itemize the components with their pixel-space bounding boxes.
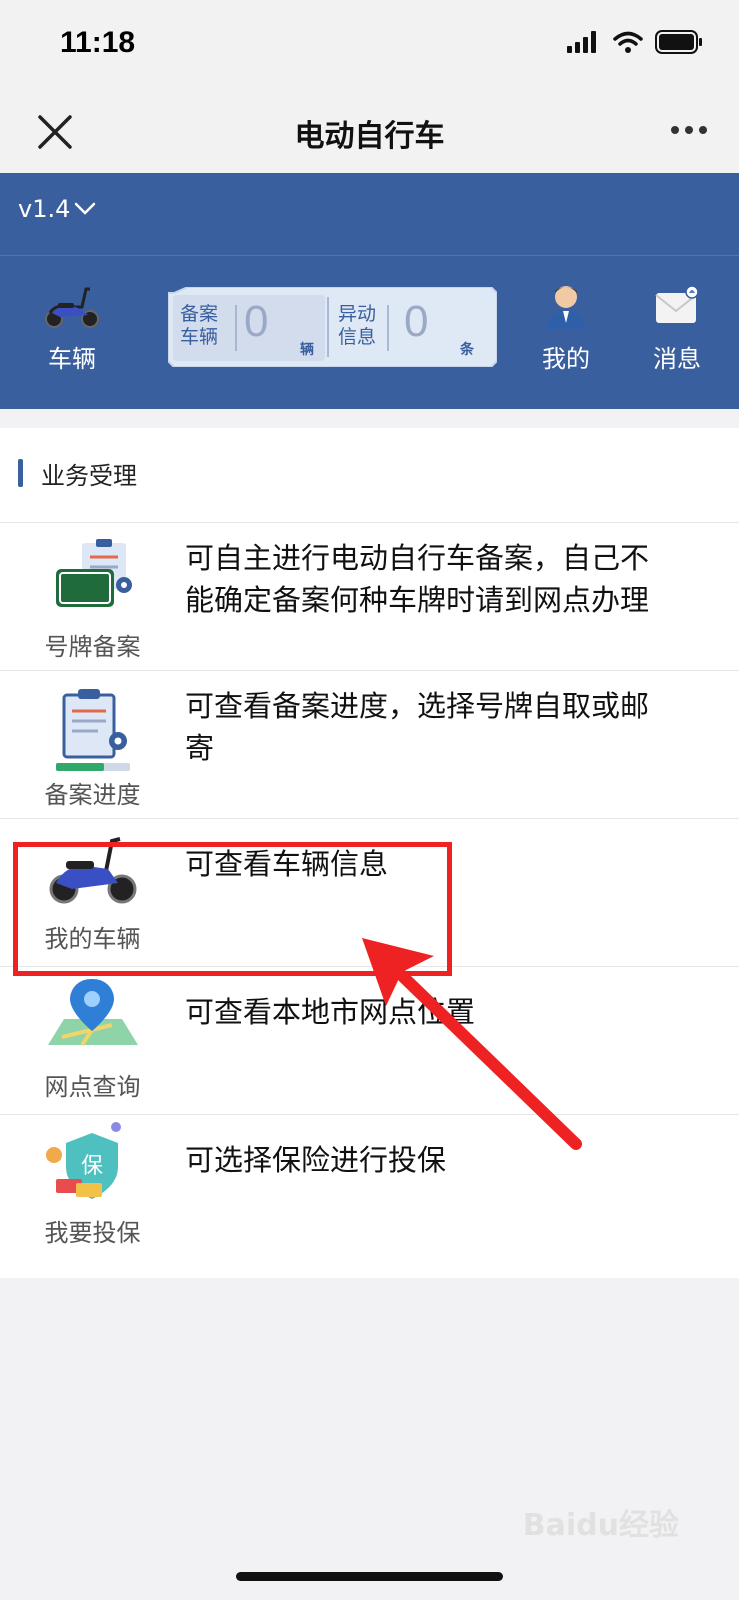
tool-messages-label: 消息: [653, 345, 701, 373]
divider: [0, 255, 739, 256]
annotation-arrow-icon: [362, 938, 582, 1150]
more-icon[interactable]: [669, 115, 709, 145]
version-selector[interactable]: v1.4: [18, 195, 96, 223]
section-header: 业务受理: [18, 456, 137, 490]
svg-text:保: 保: [81, 1154, 103, 1179]
home-indicator[interactable]: [236, 1572, 503, 1581]
tool-messages[interactable]: 消息: [652, 283, 702, 374]
tool-mine[interactable]: 我的: [542, 283, 590, 374]
license-plate-icon: [56, 539, 132, 607]
clipboard-progress-icon: [56, 689, 130, 771]
tool-vehicle[interactable]: 车辆: [42, 283, 102, 374]
service-description: 可自主进行电动自行车备案，自己不能确定备案何种车牌时请到网点办理: [185, 541, 650, 617]
anomaly-unit: 条: [460, 342, 474, 358]
stats-panel[interactable]: 备案车辆 0 辆 异动信息 0 条: [168, 287, 497, 367]
service-row-license[interactable]: 号牌备案 可自主进行电动自行车备案，自己不能确定备案何种车牌时请到网点办理: [0, 522, 739, 671]
service-label: 我要投保: [44, 1219, 141, 1247]
tool-vehicle-label: 车辆: [48, 345, 96, 373]
watermark: Baidu经验: [522, 1508, 679, 1543]
anomaly-label: 异动信息: [338, 303, 377, 348]
wifi-icon: [613, 31, 643, 53]
section-title: 业务受理: [41, 461, 137, 490]
status-bar: 11:18: [0, 0, 739, 95]
service-label: 备案进度: [44, 781, 141, 809]
mail-icon: [655, 285, 699, 323]
anomaly-count: 0: [404, 297, 429, 346]
map-pin-icon: [48, 979, 138, 1047]
registered-count: 0: [244, 297, 269, 346]
signal-icon: [567, 31, 596, 53]
section-accent-bar: [18, 459, 23, 487]
header-banner: v1.4 车辆 备案车辆 0 辆 异动信息 0 条 我的 消息: [0, 173, 739, 409]
service-row-progress[interactable]: 备案进度 可查看备案进度，选择号牌自取或邮寄: [0, 670, 739, 819]
scooter-icon: [45, 287, 99, 328]
status-icons: [567, 30, 703, 54]
registered-label: 备案车辆: [180, 303, 219, 348]
service-label: 号牌备案: [44, 633, 141, 661]
nav-bar: 电动自行车: [0, 95, 739, 173]
insurance-shield-icon: 保: [46, 1122, 121, 1199]
status-time: 11:18: [60, 26, 136, 59]
chevron-down-icon: [75, 202, 96, 215]
user-avatar-icon: [547, 286, 585, 329]
tool-mine-label: 我的: [542, 345, 590, 373]
registered-unit: 辆: [300, 342, 314, 358]
version-label: v1.4: [18, 195, 71, 223]
battery-icon: [655, 30, 702, 54]
service-label: 网点查询: [44, 1073, 141, 1101]
service-description: 可查看备案进度，选择号牌自取或邮寄: [185, 689, 650, 765]
page-title: 电动自行车: [294, 119, 445, 154]
